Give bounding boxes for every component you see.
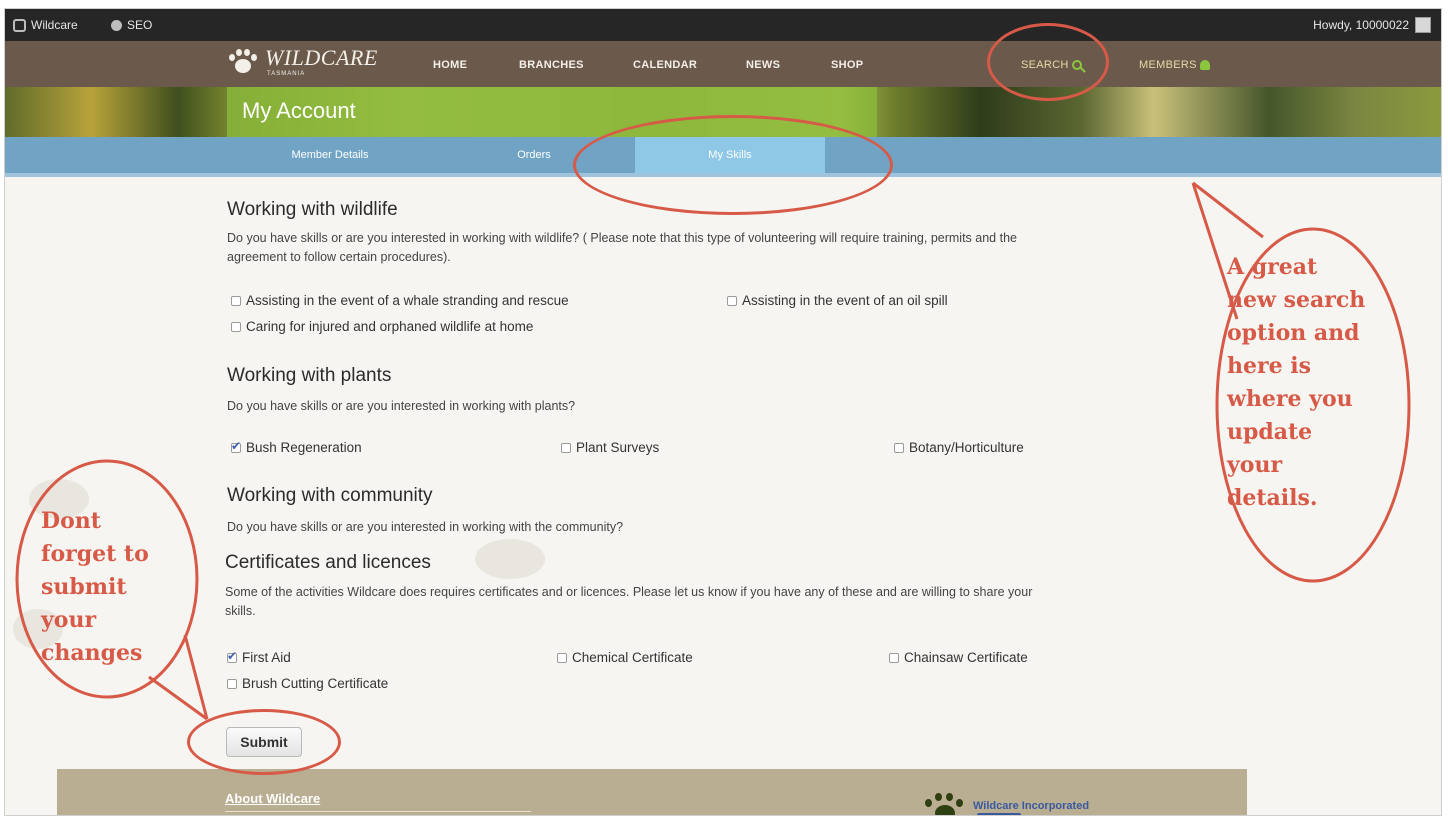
admin-account-menu[interactable]: Howdy, 10000022 — [1313, 17, 1431, 33]
annotation-line: your — [41, 607, 97, 633]
avatar — [1415, 17, 1431, 33]
admin-seo-link[interactable]: SEO — [111, 18, 152, 32]
option-chainsaw-certificate[interactable]: Chainsaw Certificate — [889, 650, 1028, 665]
paw-logo-icon — [923, 791, 967, 815]
checkbox[interactable] — [894, 442, 904, 453]
main-nav: WILDCARE TASMANIA HOME BRANCHES CALENDAR… — [5, 41, 1441, 87]
checkbox[interactable] — [889, 652, 899, 663]
option-first-aid[interactable]: First Aid — [227, 649, 291, 665]
paw-logo-icon — [227, 47, 259, 75]
annotation-line: update — [1227, 419, 1313, 445]
section-desc-wildlife: Do you have skills or are you interested… — [227, 229, 1207, 267]
facebook-like-button[interactable] — [977, 813, 1021, 815]
annotation-line: here is — [1227, 353, 1311, 379]
section-title-plants: Working with plants — [227, 365, 392, 386]
seo-icon — [111, 19, 122, 31]
checkbox-checked[interactable] — [231, 439, 241, 453]
footer-divider — [225, 811, 531, 812]
annotation-line: submit — [41, 574, 127, 600]
desc-line: Some of the activities Wildcare does req… — [225, 585, 1033, 599]
nav-shop[interactable]: SHOP — [831, 59, 863, 71]
site-footer: About Wildcare Wildcare Incorporated — [57, 769, 1247, 815]
annotation-line: details. — [1227, 485, 1318, 511]
annotation-text-left: Dont forget to submit your changes — [41, 505, 149, 670]
checkbox[interactable] — [231, 321, 241, 332]
annotation-line: option and — [1227, 320, 1360, 346]
annotation-line: changes — [41, 640, 143, 666]
site-logo[interactable]: WILDCARE TASMANIA — [227, 47, 378, 78]
section-desc-community: Do you have skills or are you interested… — [227, 520, 624, 534]
checkbox[interactable] — [557, 652, 567, 663]
option-oil-spill[interactable]: Assisting in the event of an oil spill — [727, 293, 948, 308]
howdy-text: Howdy, 10000022 — [1313, 18, 1409, 32]
admin-seo-label: SEO — [127, 18, 153, 32]
footer-about-link[interactable]: About Wildcare — [225, 791, 320, 806]
option-chemical-certificate[interactable]: Chemical Certificate — [557, 650, 693, 665]
section-title-certificates: Certificates and licences — [225, 552, 431, 573]
option-whale-stranding[interactable]: Assisting in the event of a whale strand… — [231, 293, 569, 308]
option-label: Botany/Horticulture — [909, 440, 1024, 455]
paw-watermark — [475, 539, 545, 579]
annotation-line: forget to — [41, 541, 149, 567]
footer-org-name: Wildcare Incorporated — [973, 800, 1090, 812]
admin-bar: Wildcare SEO Howdy, 10000022 — [5, 9, 1441, 41]
option-label: Plant Surveys — [576, 440, 660, 455]
desc-line: Do you have skills or are you interested… — [227, 231, 1017, 245]
desc-line: agreement to follow certain procedures). — [227, 250, 451, 264]
annotation-line: A great — [1227, 254, 1318, 280]
member-icon — [1199, 60, 1210, 71]
option-bush-regeneration[interactable]: Bush Regeneration — [231, 439, 362, 455]
logo-subtitle: TASMANIA — [267, 71, 306, 77]
option-label: Chainsaw Certificate — [904, 650, 1028, 665]
annotation-text-right: A great new search option and here is wh… — [1227, 251, 1365, 515]
section-title-community: Working with community — [227, 485, 433, 506]
option-brush-cutting[interactable]: Brush Cutting Certificate — [227, 676, 388, 691]
annotation-line: new search — [1227, 287, 1366, 313]
option-label: Brush Cutting Certificate — [242, 676, 389, 691]
section-desc-certificates: Some of the activities Wildcare does req… — [225, 583, 1215, 621]
option-label: Assisting in the event of a whale strand… — [246, 293, 569, 308]
nav-home[interactable]: HOME — [433, 59, 467, 71]
option-caring-wildlife[interactable]: Caring for injured and orphaned wildlife… — [231, 319, 533, 334]
page-title: My Account — [242, 98, 356, 123]
annotation-tab-circle — [573, 115, 893, 215]
browser-page: Wildcare SEO Howdy, 10000022 WILDCARE TA… — [4, 8, 1442, 816]
admin-site-link[interactable]: Wildcare — [13, 18, 78, 32]
nav-members[interactable]: MEMBERS — [1139, 59, 1210, 71]
option-label: First Aid — [242, 650, 291, 665]
checkbox[interactable] — [231, 295, 241, 306]
option-botany[interactable]: Botany/Horticulture — [894, 440, 1024, 455]
dashboard-icon — [13, 18, 26, 32]
nav-news[interactable]: NEWS — [746, 59, 780, 71]
tab-member-details[interactable]: Member Details — [227, 137, 433, 173]
annotation-line: where you — [1227, 386, 1353, 412]
annotation-line: Dont — [41, 508, 101, 534]
nav-branches[interactable]: BRANCHES — [519, 59, 584, 71]
nav-members-label: MEMBERS — [1139, 59, 1197, 71]
section-desc-plants: Do you have skills or are you interested… — [227, 399, 576, 413]
checkbox[interactable] — [561, 442, 571, 453]
option-label: Caring for injured and orphaned wildlife… — [246, 319, 534, 334]
option-label: Bush Regeneration — [246, 440, 362, 455]
admin-site-label: Wildcare — [31, 18, 78, 32]
nav-calendar[interactable]: CALENDAR — [633, 59, 697, 71]
option-plant-surveys[interactable]: Plant Surveys — [561, 440, 659, 455]
checkbox[interactable] — [727, 295, 737, 306]
option-label: Chemical Certificate — [572, 650, 693, 665]
logo-wordmark: WILDCARE — [265, 45, 378, 70]
annotation-line: your — [1227, 452, 1283, 478]
desc-line: skills. — [225, 604, 256, 618]
option-label: Assisting in the event of an oil spill — [742, 293, 948, 308]
section-title-wildlife: Working with wildlife — [227, 199, 398, 220]
annotation-search-circle — [987, 23, 1109, 101]
